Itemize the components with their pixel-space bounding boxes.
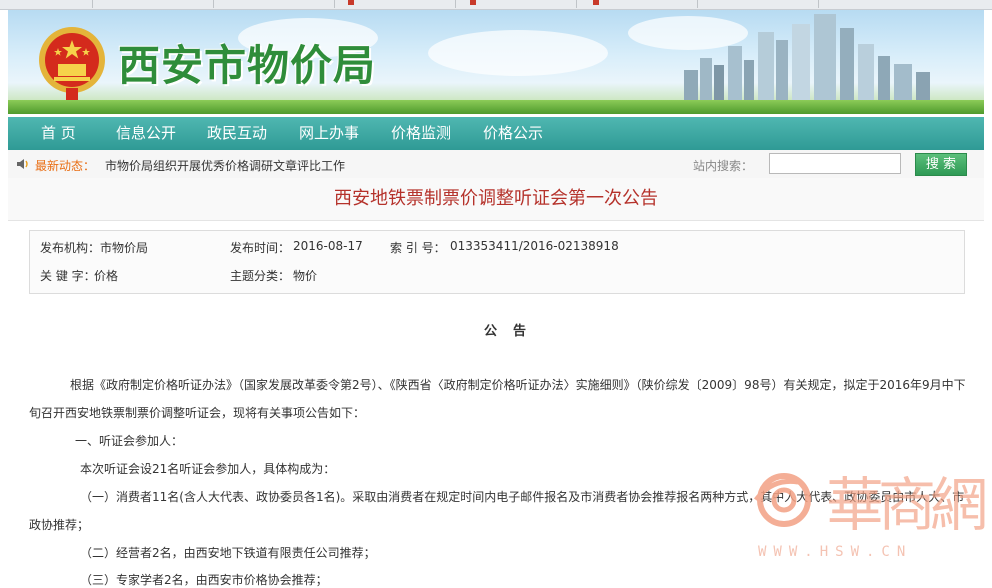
national-emblem-icon	[39, 27, 105, 100]
speaker-icon	[17, 159, 28, 169]
meta-date: 2016-08-17	[293, 239, 363, 253]
city-skyline-image	[684, 14, 930, 100]
paragraph: 政协推荐；	[29, 518, 90, 532]
nav-item-info-disclosure[interactable]: 信息公开	[116, 117, 176, 150]
paragraph: 根据《政府制定价格听证办法》（国家发展改革委令第2号）、《陕西省〈政府制定价格听…	[70, 378, 966, 392]
search-label: 站内搜索：	[693, 159, 754, 173]
paragraph: 一、听证会参加人：	[75, 434, 184, 448]
article-title: 西安地铁票制票价调整听证会第一次公告	[8, 178, 984, 221]
meta-keyword-label: 关 键 字：	[40, 269, 96, 283]
nav-item-price-monitoring[interactable]: 价格监测	[391, 117, 451, 150]
tab-favicon-icon	[470, 0, 476, 5]
meta-index: 013353411/2016-02138918	[450, 239, 619, 253]
browser-tab[interactable]	[214, 0, 335, 8]
tab-favicon-icon	[593, 0, 599, 5]
search-button[interactable]: 搜 索	[915, 153, 967, 176]
nav-item-price-publicity[interactable]: 价格公示	[483, 117, 543, 150]
article-meta-box: 发布机构： 市物价局 发布时间： 2016-08-17 索 引 号： 01335…	[29, 230, 965, 294]
site-banner: 西安市物价局	[8, 10, 984, 114]
meta-org-label: 发布机构：	[40, 241, 101, 255]
meta-category-label: 主题分类：	[230, 269, 291, 283]
tab-favicon-icon	[348, 0, 354, 5]
paragraph: （三）专家学者2名，由西安市价格协会推荐；	[80, 573, 328, 587]
meta-date-label: 发布时间：	[230, 241, 291, 255]
watermark-text: 華商網	[826, 471, 988, 539]
paragraph: 本次听证会设21名听证会参加人，具体构成为：	[80, 462, 336, 476]
news-ticker-bar: 最新动态： 市物价局组织开展优秀价格调研文章评比工作 站内搜索： 搜 索	[8, 150, 984, 179]
browser-tab-strip	[0, 0, 992, 10]
ticker-news-link[interactable]: 市物价局组织开展优秀价格调研文章评比工作	[105, 157, 345, 174]
nav-item-online-service[interactable]: 网上办事	[299, 117, 359, 150]
meta-org: 市物价局	[100, 241, 149, 255]
meta-keyword: 价格	[94, 269, 119, 283]
paragraph: （二）经营者2名，由西安地下铁道有限责任公司推荐；	[80, 546, 376, 560]
nav-item-interaction[interactable]: 政民互动	[207, 117, 267, 150]
site-title: 西安市物价局	[118, 41, 377, 90]
browser-tab[interactable]	[0, 0, 93, 8]
browser-tab[interactable]	[93, 0, 214, 8]
hsw-logo-icon	[753, 473, 811, 527]
browser-tab[interactable]	[698, 0, 819, 8]
watermark-url: WWW.HSW.CN	[758, 544, 913, 560]
notice-heading: 公告	[484, 324, 543, 339]
hsw-watermark: 華商網 WWW.HSW.CN	[752, 458, 988, 568]
main-nav: 首 页 信息公开 政民互动 网上办事 价格监测 价格公示	[8, 117, 984, 150]
meta-index-label: 索 引 号：	[390, 241, 446, 255]
nav-item-home[interactable]: 首 页	[41, 117, 76, 150]
paragraph: 旬召开西安地铁票制票价调整听证会，现将有关事项公告如下：	[29, 406, 366, 420]
meta-category: 物价	[293, 269, 318, 283]
search-input[interactable]	[769, 153, 901, 174]
ticker-label: 最新动态：	[35, 159, 96, 173]
